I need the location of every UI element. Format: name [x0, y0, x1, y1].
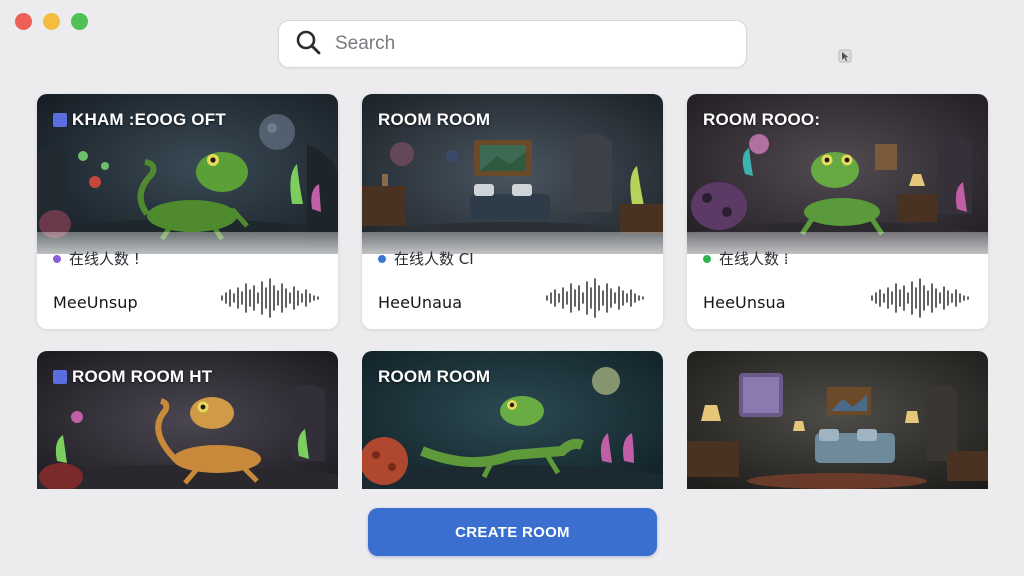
room-title-text: ROOM ROOO: [703, 110, 821, 129]
maximize-window-button[interactable] [71, 13, 88, 30]
room-card[interactable]: ROOM ROOM [362, 351, 663, 489]
online-count: 在线人数 ⁞ [703, 248, 789, 269]
room-title-text: ROOM ROOM [378, 110, 491, 129]
online-count-label: 在线人数 ⁞ [719, 250, 789, 268]
search-input[interactable] [335, 33, 715, 55]
room-badge-icon [53, 370, 67, 384]
online-count: 在线人数 CI [378, 248, 474, 269]
room-card[interactable]: ROOM ROOM 在线人数 CI HeeUnaua [362, 94, 663, 329]
online-count-label: 在线人数 ! [69, 250, 140, 268]
room-title-text: ROOM ROOM [378, 367, 491, 386]
online-count: 在线人数 ! [53, 248, 140, 269]
create-room-button[interactable]: CREATE ROOM [368, 508, 657, 556]
search-icon [294, 28, 322, 61]
audio-waveform-icon [221, 278, 319, 318]
audio-waveform-icon [871, 278, 969, 318]
room-title: ROOM ROOM [378, 367, 490, 387]
online-status-dot [53, 254, 61, 263]
minimize-window-button[interactable] [43, 13, 60, 30]
room-host: HeeUnsua [703, 293, 786, 312]
room-card[interactable]: ROOM ROOO: 在线人数 ⁞ HeeUnsua [687, 94, 988, 329]
room-thumbnail [687, 351, 988, 489]
cursor-icon [838, 49, 852, 63]
room-host: HeeUnaua [378, 293, 463, 312]
search-bar[interactable] [278, 20, 747, 68]
online-status-dot [703, 254, 711, 263]
room-badge-icon [53, 113, 67, 127]
room-card[interactable]: KHAM :EOOG OFT 在线人数 ! MeeUnsup [37, 94, 338, 329]
online-count-label: 在线人数 CI [394, 250, 474, 268]
room-host: MeeUnsup [53, 293, 138, 312]
room-card[interactable]: ROOM ROOM HT [37, 351, 338, 489]
audio-waveform-icon [546, 278, 644, 318]
room-title: ROOM ROOM HT [53, 367, 212, 387]
room-title: ROOM ROOO: [703, 110, 820, 130]
room-card[interactable] [687, 351, 988, 489]
room-title: KHAM :EOOG OFT [53, 110, 226, 130]
room-title: ROOM ROOM [378, 110, 490, 130]
window-controls [15, 13, 88, 30]
online-status-dot [378, 254, 386, 263]
room-title-text: ROOM ROOM HT [72, 367, 213, 386]
room-title-text: KHAM :EOOG OFT [72, 110, 226, 129]
close-window-button[interactable] [15, 13, 32, 30]
